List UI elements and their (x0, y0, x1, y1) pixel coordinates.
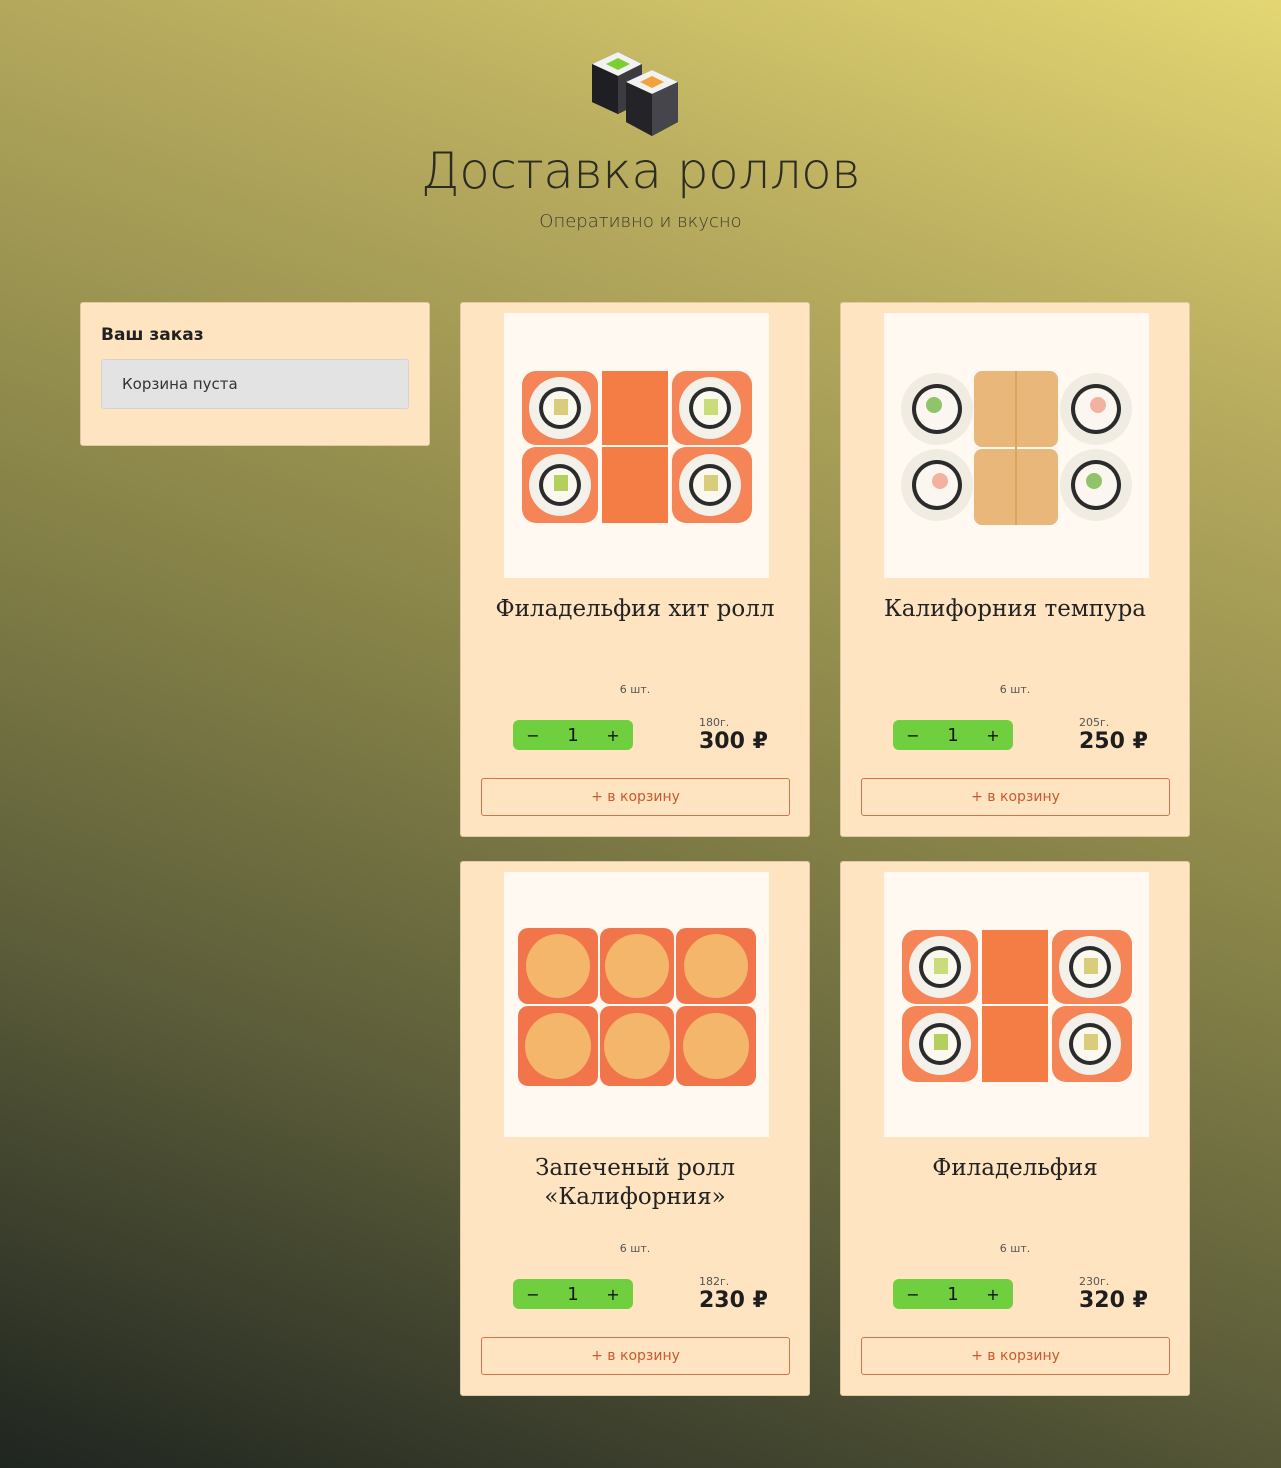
add-to-cart-button[interactable]: + в корзину (481, 1337, 790, 1375)
quantity-stepper: − 1 + (513, 720, 633, 750)
decrement-button[interactable]: − (893, 1285, 933, 1304)
product-weight: 205г. (1079, 716, 1110, 729)
add-to-cart-button[interactable]: + в корзину (861, 778, 1170, 816)
product-price: 230 ₽ (699, 1288, 768, 1313)
product-weight: 180г. (699, 716, 730, 729)
decrement-button[interactable]: − (513, 726, 553, 745)
product-image (884, 313, 1149, 578)
product-card: Запеченый ролл «Калифорния» 6 шт. − 1 + … (460, 861, 810, 1396)
site-subtitle: Оперативно и вкусно (539, 211, 742, 232)
decrement-button[interactable]: − (513, 1285, 553, 1304)
product-card: Филадельфия 6 шт. − 1 + 230г. 320 ₽ + в … (840, 861, 1190, 1396)
sushi-rolls-icon (588, 44, 684, 140)
product-price: 300 ₽ (699, 729, 768, 754)
product-count: 6 шт. (999, 1242, 1031, 1255)
product-weight: 230г. (1079, 1275, 1110, 1288)
quantity-stepper: − 1 + (893, 720, 1013, 750)
product-image (504, 313, 769, 578)
increment-button[interactable]: + (593, 1285, 633, 1304)
order-title: Ваш заказ (101, 325, 204, 345)
quantity-value: 1 (567, 724, 579, 746)
order-panel: Ваш заказ Корзина пуста (80, 302, 430, 446)
product-price: 320 ₽ (1079, 1288, 1148, 1313)
quantity-stepper: − 1 + (893, 1279, 1013, 1309)
product-count: 6 шт. (999, 683, 1031, 696)
increment-button[interactable]: + (973, 726, 1013, 745)
product-weight: 182г. (699, 1275, 730, 1288)
quantity-value: 1 (567, 1283, 579, 1305)
add-to-cart-button[interactable]: + в корзину (861, 1337, 1170, 1375)
product-card: Филадельфия хит ролл 6 шт. − 1 + 180г. 3… (460, 302, 810, 837)
product-image (884, 872, 1149, 1137)
product-price: 250 ₽ (1079, 729, 1148, 754)
quantity-value: 1 (947, 724, 959, 746)
product-count: 6 шт. (619, 683, 651, 696)
product-card: Калифорния темпура 6 шт. − 1 + 205г. 250… (840, 302, 1190, 837)
add-to-cart-button[interactable]: + в корзину (481, 778, 790, 816)
product-title: Филадельфия (932, 1155, 1098, 1181)
product-count: 6 шт. (619, 1242, 651, 1255)
product-image (504, 872, 769, 1137)
increment-button[interactable]: + (593, 726, 633, 745)
product-title: Калифорния темпура (883, 596, 1147, 622)
quantity-stepper: − 1 + (513, 1279, 633, 1309)
increment-button[interactable]: + (973, 1285, 1013, 1304)
cart-empty-message: Корзина пуста (101, 359, 409, 409)
decrement-button[interactable]: − (893, 726, 933, 745)
product-title: Филадельфия хит ролл (495, 596, 775, 622)
quantity-value: 1 (947, 1283, 959, 1305)
site-title: Доставка роллов (420, 142, 861, 200)
product-title: Запеченый ролл «Калифорния» (535, 1155, 735, 1210)
